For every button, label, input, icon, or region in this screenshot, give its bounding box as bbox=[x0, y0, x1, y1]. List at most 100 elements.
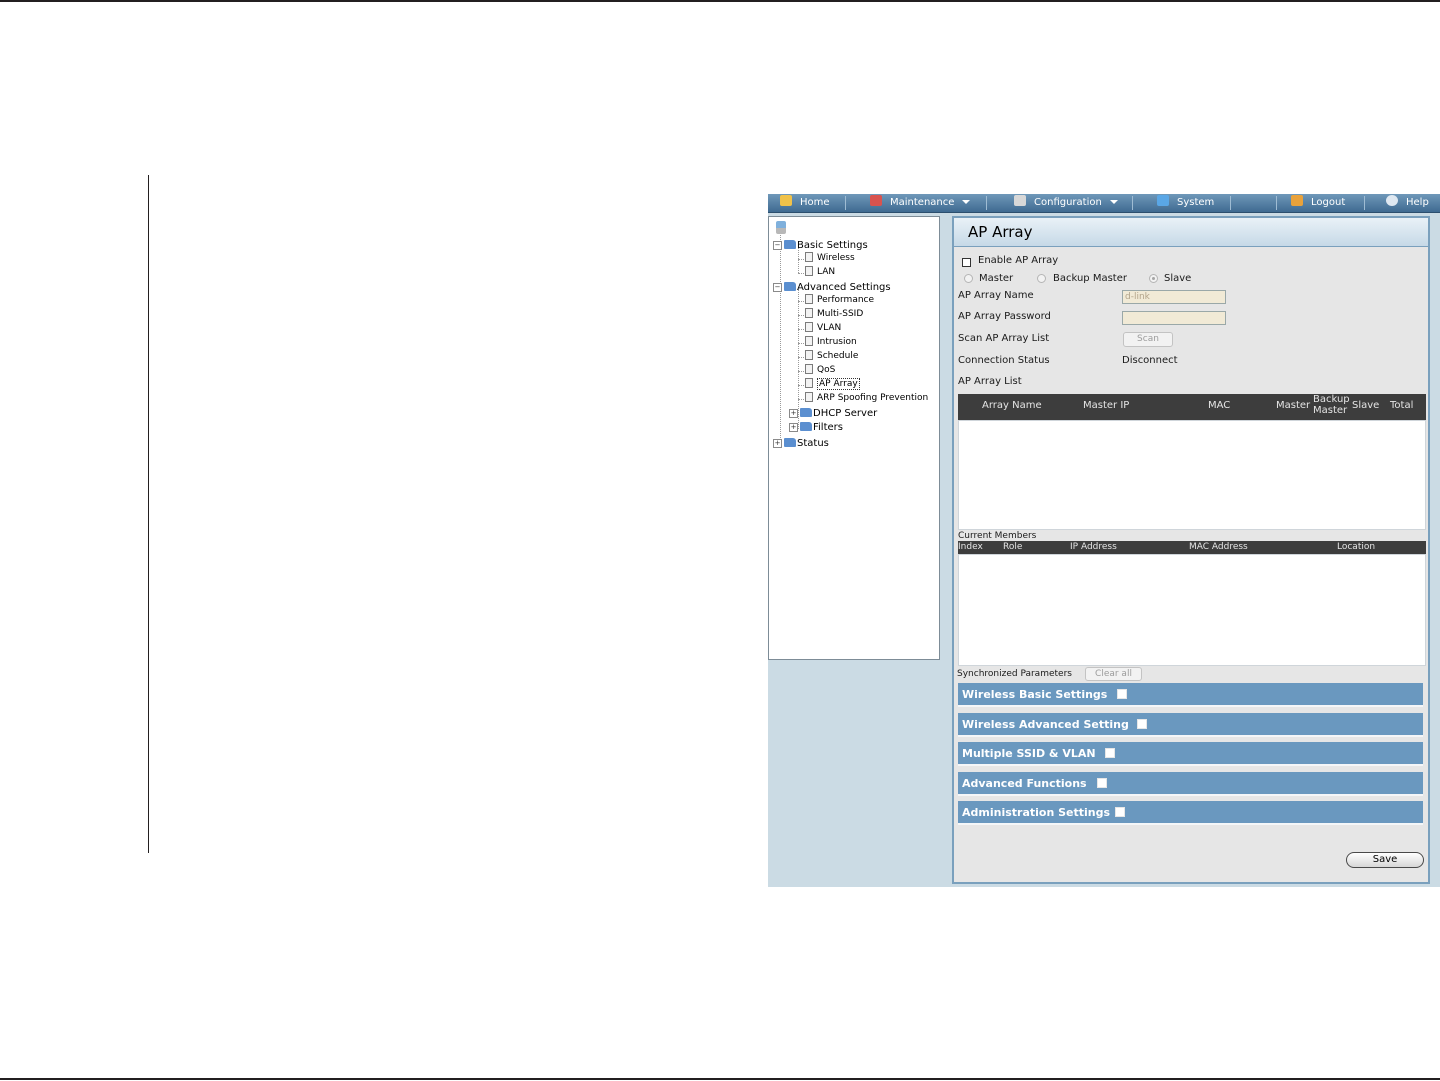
role-slave-radio[interactable] bbox=[1149, 274, 1158, 283]
expand-icon[interactable]: + bbox=[789, 409, 798, 418]
home-icon bbox=[780, 195, 792, 206]
tree-item-performance[interactable]: Performance bbox=[805, 294, 874, 307]
col-mac-address: MAC Address bbox=[1189, 542, 1248, 552]
tree-item-lan[interactable]: LAN bbox=[805, 266, 835, 279]
network-icon bbox=[1157, 195, 1169, 206]
sync-multiple-ssid-vlan: Multiple SSID & VLAN bbox=[958, 742, 1423, 766]
sync-section-label: Multiple SSID & VLAN bbox=[962, 747, 1096, 760]
tree-basic-settings[interactable]: − Basic Settings bbox=[773, 239, 868, 252]
enable-ap-array-checkbox[interactable] bbox=[962, 258, 971, 267]
folder-icon bbox=[800, 408, 812, 417]
tree-status-label: Status bbox=[797, 438, 829, 449]
ap-array-name-field[interactable]: d-link bbox=[1122, 290, 1226, 304]
tree-connector bbox=[798, 315, 804, 316]
page-icon bbox=[805, 266, 813, 276]
collapse-icon[interactable]: − bbox=[773, 283, 782, 292]
menu-help[interactable]: Help bbox=[1386, 194, 1429, 212]
tree-item-arp-spoofing[interactable]: ARP Spoofing Prevention bbox=[805, 392, 928, 405]
tree-item-arp-spoofing-label: ARP Spoofing Prevention bbox=[817, 393, 929, 403]
tree-connector bbox=[798, 259, 804, 260]
col-master: Master bbox=[1276, 400, 1311, 411]
tree-status[interactable]: + Status bbox=[773, 437, 829, 450]
sync-wireless-basic-checkbox[interactable] bbox=[1117, 689, 1127, 699]
clear-all-button[interactable]: Clear all bbox=[1085, 667, 1142, 681]
page-icon bbox=[805, 364, 813, 374]
tree-dhcp-server-label: DHCP Server bbox=[813, 408, 878, 419]
role-slave-label: Slave bbox=[1164, 273, 1192, 284]
sync-advanced-functions-checkbox[interactable] bbox=[1097, 778, 1107, 788]
col-index: Index bbox=[958, 542, 983, 552]
chevron-down-icon bbox=[962, 200, 971, 204]
sync-multiple-ssid-checkbox[interactable] bbox=[1105, 748, 1115, 758]
menu-home[interactable]: Home bbox=[780, 194, 830, 212]
expand-icon[interactable]: + bbox=[789, 423, 798, 432]
tree-connector bbox=[798, 357, 804, 358]
tree-item-vlan-label: VLAN bbox=[817, 323, 842, 333]
sync-section-label: Wireless Basic Settings bbox=[962, 688, 1108, 701]
page-icon bbox=[805, 350, 813, 360]
tree-item-multi-ssid[interactable]: Multi-SSID bbox=[805, 308, 863, 321]
scan-button[interactable]: Scan bbox=[1123, 332, 1173, 347]
col-slave: Slave bbox=[1352, 400, 1380, 411]
connection-status-value: Disconnect bbox=[1122, 355, 1178, 366]
page-icon bbox=[805, 294, 813, 304]
scan-list-label: Scan AP Array List bbox=[958, 333, 1050, 344]
tree-item-wireless[interactable]: Wireless bbox=[805, 252, 855, 265]
col-location: Location bbox=[1337, 542, 1376, 552]
menu-logout[interactable]: Logout bbox=[1291, 194, 1345, 212]
sync-wireless-advanced-setting: Wireless Advanced Setting bbox=[958, 713, 1423, 737]
page-icon bbox=[805, 378, 813, 388]
ap-array-password-field[interactable] bbox=[1122, 311, 1226, 325]
connection-status-label: Connection Status bbox=[958, 355, 1050, 366]
save-button[interactable]: Save bbox=[1346, 852, 1424, 868]
tree-dhcp-server[interactable]: + DHCP Server bbox=[789, 407, 877, 420]
ap-array-panel: AP Array Enable AP Array Master Backup M… bbox=[952, 216, 1430, 884]
role-master-label: Master bbox=[979, 273, 1014, 284]
tree-advanced-settings[interactable]: − Advanced Settings bbox=[773, 281, 891, 294]
menu-maintenance[interactable]: Maintenance bbox=[870, 194, 971, 212]
chevron-down-icon bbox=[1109, 200, 1118, 204]
navigation-tree: − Basic Settings Wireless LAN − Advanced S… bbox=[768, 216, 940, 660]
expand-icon[interactable]: + bbox=[773, 439, 782, 448]
tree-item-schedule[interactable]: Schedule bbox=[805, 350, 858, 363]
tree-item-qos[interactable]: QoS bbox=[805, 364, 835, 377]
synchronized-parameters-label: Synchronized Parameters bbox=[957, 669, 1072, 679]
tree-item-intrusion[interactable]: Intrusion bbox=[805, 336, 857, 349]
col-master-ip: Master IP bbox=[1083, 400, 1130, 411]
panel-header: AP Array bbox=[954, 218, 1428, 247]
tree-item-multi-ssid-label: Multi-SSID bbox=[817, 309, 864, 319]
margin-line bbox=[148, 175, 149, 853]
tree-connector bbox=[798, 399, 804, 400]
folder-icon bbox=[784, 438, 796, 447]
collapse-icon[interactable]: − bbox=[773, 241, 782, 250]
tree-connector bbox=[780, 235, 781, 444]
tree-item-ap-array-label: AP Array bbox=[817, 378, 860, 390]
tree-connector bbox=[798, 273, 804, 274]
page-icon bbox=[805, 308, 813, 318]
menu-configuration[interactable]: Configuration bbox=[1014, 194, 1118, 212]
menu-separator bbox=[1276, 196, 1277, 210]
tree-advanced-settings-label: Advanced Settings bbox=[797, 282, 891, 293]
tree-connector bbox=[798, 343, 804, 344]
page-icon bbox=[805, 336, 813, 346]
sync-administration-checkbox[interactable] bbox=[1115, 807, 1125, 817]
menu-system[interactable]: System bbox=[1157, 194, 1214, 212]
tree-item-vlan[interactable]: VLAN bbox=[805, 322, 841, 335]
tree-item-lan-label: LAN bbox=[817, 267, 836, 277]
role-backup-master-radio[interactable] bbox=[1037, 274, 1046, 283]
ap-array-list-header: Array Name Master IP MAC Master Backup M… bbox=[958, 394, 1426, 420]
ap-array-name-label: AP Array Name bbox=[958, 290, 1034, 301]
role-master-radio[interactable] bbox=[964, 274, 973, 283]
tree-item-performance-label: Performance bbox=[817, 295, 875, 305]
sync-section-label: Administration Settings bbox=[962, 806, 1111, 819]
tree-filters[interactable]: + Filters bbox=[789, 421, 843, 434]
folder-icon bbox=[800, 422, 812, 431]
sync-wireless-advanced-checkbox[interactable] bbox=[1137, 719, 1147, 729]
menu-separator bbox=[1230, 196, 1231, 210]
tree-item-ap-array[interactable]: AP Array bbox=[805, 378, 860, 391]
sync-administration-settings: Administration Settings bbox=[958, 801, 1423, 825]
enable-ap-array-label: Enable AP Array bbox=[978, 255, 1059, 266]
col-total: Total bbox=[1390, 400, 1414, 411]
tools-icon bbox=[870, 195, 882, 206]
tree-item-qos-label: QoS bbox=[817, 365, 836, 375]
